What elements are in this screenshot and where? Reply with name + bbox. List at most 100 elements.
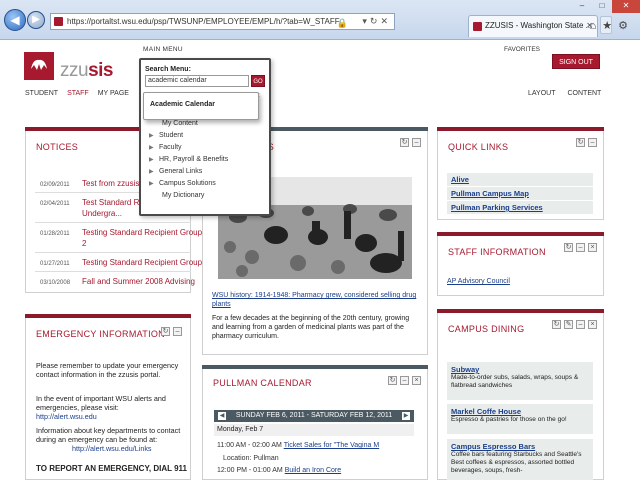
dining-title: CAMPUS DINING [448,324,525,334]
close-icon[interactable]: × [412,376,421,385]
notice-row[interactable]: 01/27/2011 Testing Standard Recipient Gro… [40,258,202,267]
emergency-title: EMERGENCY INFORMATION [36,329,165,339]
notice-row-cont[interactable]: 2 [82,239,86,248]
staff-info-portlet: STAFF INFORMATION ↻ – × [437,232,604,296]
home-icon[interactable]: ⌂ [590,20,603,32]
refresh-icon[interactable]: ↻ [564,243,573,252]
expand-arrow-icon: ▶ [149,145,154,151]
divider [35,222,191,223]
portlet-controls: ↻ – [576,138,597,147]
site-favicon-icon [54,17,63,26]
address-bar[interactable]: https://portaltst.wsu.edu/psp/TWSUNP/EMP… [50,13,395,30]
refresh-icon[interactable]: ↻ [552,320,561,329]
minimize-icon[interactable]: – [572,0,592,13]
minimize-icon[interactable]: – [412,138,421,147]
minimize-icon[interactable]: – [588,138,597,147]
prev-week-icon[interactable]: ◀ [218,412,226,420]
layout-link[interactable]: LAYOUT [528,90,556,97]
browser-chrome: ◀ ▶ https://portaltst.wsu.edu/psp/TWSUNP… [0,0,640,40]
divider [35,271,191,272]
minimize-icon[interactable]: – [576,320,585,329]
menu-item-hr-payroll[interactable]: ▶ HR, Payroll & Benefits [149,156,228,163]
refresh-icon[interactable]: ↻ [388,376,397,385]
menu-item-faculty[interactable]: ▶ Faculty [149,144,182,151]
menu-item-my-content[interactable]: My Content [162,120,198,127]
close-icon[interactable]: × [588,243,597,252]
ap-advisory-link[interactable]: AP Advisory Council [447,278,510,285]
refresh-icon[interactable]: ↻ [161,327,170,336]
forward-button-icon[interactable]: ▶ [27,11,45,29]
expand-arrow-icon: ▶ [149,157,154,163]
refresh-icon[interactable]: ↻ [576,138,585,147]
nav-staff[interactable]: STAFF [67,90,89,97]
nav-student[interactable]: STUDENT [25,90,58,97]
divider [35,252,191,253]
portlet-controls: ↻ ✎ – × [552,320,597,329]
portlet-controls: ↻ – × [564,243,597,252]
maximize-icon[interactable]: □ [592,0,612,13]
calendar-event-location: Location: Pullman [223,455,279,462]
event-link[interactable]: Build an Iron Core [285,467,341,474]
portlet-controls: ↻ – × [388,376,421,385]
search-go-button[interactable]: GO [251,75,265,87]
tab-title: ZZUSIS - Washington State ... [485,21,593,30]
main-menu-link[interactable]: MAIN MENU [143,46,183,53]
dining-item: Markel Coffe House Espresso & pastries f… [447,404,593,434]
gear-icon[interactable]: ⚙ [618,20,634,32]
refresh-stop-icons[interactable]: ▾↻✕ [362,14,391,29]
quick-link-parking[interactable]: Pullman Parking Services [447,201,593,214]
emergency-text-2: In the event of important WSU alerts and… [36,394,166,412]
expand-arrow-icon: ▶ [149,169,154,175]
search-menu-label: Search Menu: [145,66,191,73]
calendar-week-bar: ◀ SUNDAY FEB 6, 2011 - SATURDAY FEB 12, … [214,410,414,422]
suggestion-academic-calendar[interactable]: Academic Calendar [150,101,215,108]
news-headline-link[interactable]: WSU history: 1914-1948: Pharmacy grew, c… [212,291,418,309]
portlet-controls: ↻ – [400,138,421,147]
nav-my-page[interactable]: MY PAGE [98,90,129,97]
notice-row-cont[interactable]: Undergra... [82,209,122,218]
emergency-text-1: Please remember to update your emergency… [36,361,179,379]
dining-item-name[interactable]: Markel Coffe House [451,407,589,416]
emergency-text-3: Information about key departments to con… [36,426,181,444]
calendar-event: 11:00 AM - 02:00 AM Ticket Sales for "Th… [217,442,380,449]
alert-link[interactable]: http://alert.wsu.edu [36,412,186,421]
menu-item-student[interactable]: ▶ Student [149,132,183,139]
notice-row[interactable]: 02/04/2011 Test Standard R [40,198,139,207]
browser-toolbar: ⌂★⚙ [590,19,634,32]
top-nav: STUDENT STAFF MY PAGE [25,90,129,97]
dining-item-name[interactable]: Subway [451,365,589,374]
content-link[interactable]: CONTENT [568,90,602,97]
sign-out-button[interactable]: SIGN OUT [552,54,600,69]
minimize-icon[interactable]: – [576,243,585,252]
favorites-link[interactable]: FAVORITES [504,46,540,53]
notices-title: NOTICES [36,142,79,152]
menu-item-general-links[interactable]: ▶ General Links [149,168,202,175]
menu-item-my-dictionary[interactable]: My Dictionary [162,192,204,199]
notice-row[interactable]: 01/28/2011 Testing Standard Recipient Gro… [40,228,202,237]
search-suggestion-popup: Academic Calendar [143,92,259,120]
refresh-icon[interactable]: ↻ [400,138,409,147]
browser-tab[interactable]: ZZUSIS - Washington State ... ✕ [468,15,598,37]
menu-item-campus-solutions[interactable]: ▶ Campus Solutions [149,180,216,187]
dining-item: Subway Made-to-order subs, salads, wraps… [447,362,593,400]
close-window-icon[interactable]: ✕ [612,0,640,13]
close-icon[interactable]: × [588,320,597,329]
alert-links-link[interactable]: http://alert.wsu.edu/Links [72,444,222,453]
next-week-icon[interactable]: ▶ [402,412,410,420]
notice-row[interactable]: 02/09/2011 Test from zzusis [40,179,139,188]
notice-row[interactable]: 03/10/2008 Fall and Summer 2008 Advising [40,277,195,286]
calendar-portlet: PULLMAN CALENDAR ↻ – × [202,365,428,480]
event-link[interactable]: Ticket Sales for "The Vagina M [284,442,379,449]
back-button-icon[interactable]: ◀ [4,9,26,31]
quick-link-campus-map[interactable]: Pullman Campus Map [447,187,593,200]
quick-link-alive[interactable]: Alive [447,173,593,186]
window-controls: – □ ✕ [572,0,640,13]
edit-icon[interactable]: ✎ [564,320,573,329]
wsu-logo-icon [24,52,54,80]
minimize-icon[interactable]: – [400,376,409,385]
star-icon[interactable]: ★ [602,20,618,32]
minimize-icon[interactable]: – [173,327,182,336]
lock-icon[interactable]: 🔒 [337,16,348,29]
search-menu-input[interactable]: academic calendar [145,75,249,87]
dining-item-name[interactable]: Campus Espresso Bars [451,442,589,451]
